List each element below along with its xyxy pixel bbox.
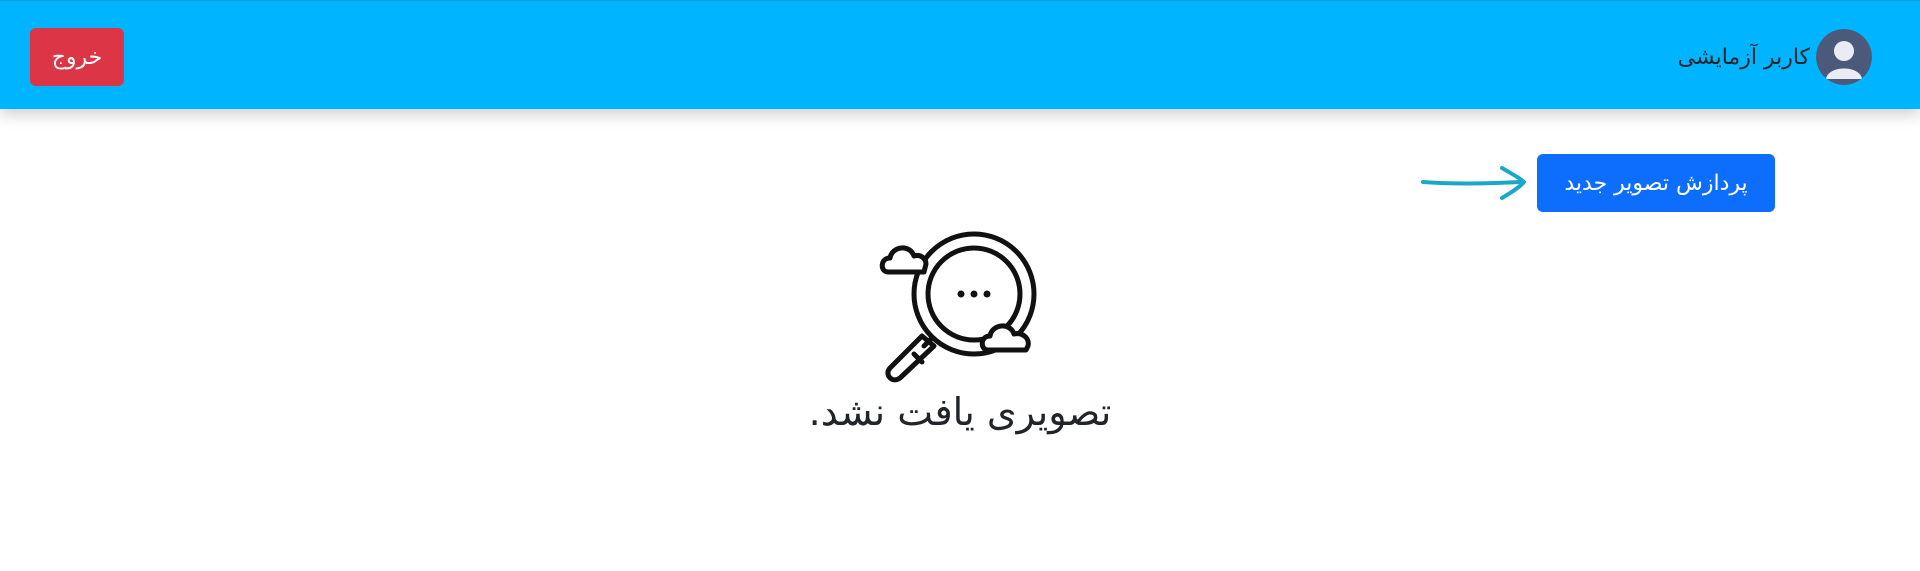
magnifier-clouds-icon	[879, 231, 1037, 383]
arrow-right-icon	[1421, 166, 1526, 200]
top-navbar: خروج کاربر آزمایشی	[0, 0, 1920, 109]
user-name: کاربر آزمایشی	[1677, 44, 1810, 70]
empty-state-message: تصویری یافت نشد.	[808, 390, 1112, 434]
user-profile[interactable]: کاربر آزمایشی	[1678, 29, 1872, 85]
user-avatar-icon	[1816, 29, 1872, 85]
logout-button[interactable]: خروج	[30, 28, 124, 86]
new-image-processing-button[interactable]: پردازش تصویر جدید	[1537, 154, 1775, 212]
